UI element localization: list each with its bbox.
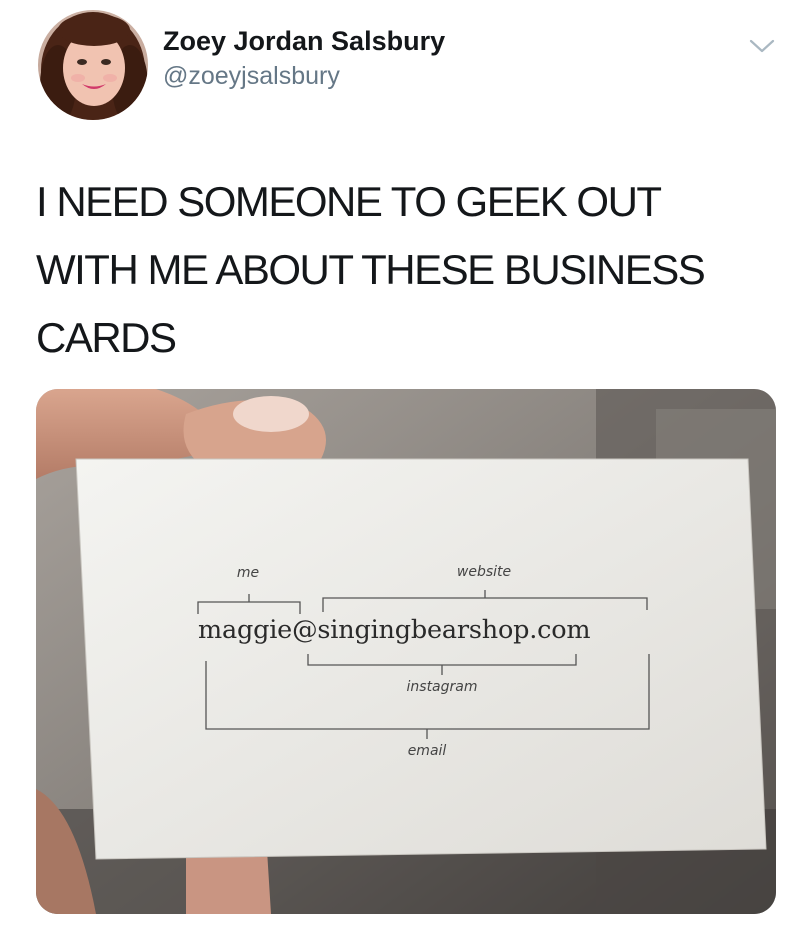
avatar[interactable]	[38, 10, 148, 120]
tweet-photo[interactable]: me website maggie@singingbearshop.com in…	[36, 389, 776, 914]
username-handle: @zoeyjsalsbury	[163, 62, 340, 90]
display-name[interactable]: Zoey Jordan Salsbury	[163, 26, 445, 57]
chevron-down-icon[interactable]	[748, 36, 776, 56]
card-label-email: email	[407, 743, 447, 759]
tweet-text-line: WITH ME ABOUT THESE BUSINESS	[36, 246, 706, 293]
card-label-website: website	[456, 564, 512, 580]
tweet-text-line: CARDS	[36, 314, 177, 361]
photo-background	[36, 389, 776, 914]
card-label-me: me	[236, 565, 260, 581]
card-email-address: maggie@singingbearshop.com	[198, 615, 591, 645]
tweet: Zoey Jordan Salsbury @zoeyjsalsbury I NE…	[0, 0, 800, 928]
tweet-text-line: I NEED SOMEONE TO GEEK OUT	[36, 178, 662, 225]
tweet-text: I NEED SOMEONE TO GEEK OUT WITH ME ABOUT…	[36, 168, 776, 372]
avatar-image	[38, 10, 148, 120]
card-label-instagram: instagram	[406, 679, 478, 695]
